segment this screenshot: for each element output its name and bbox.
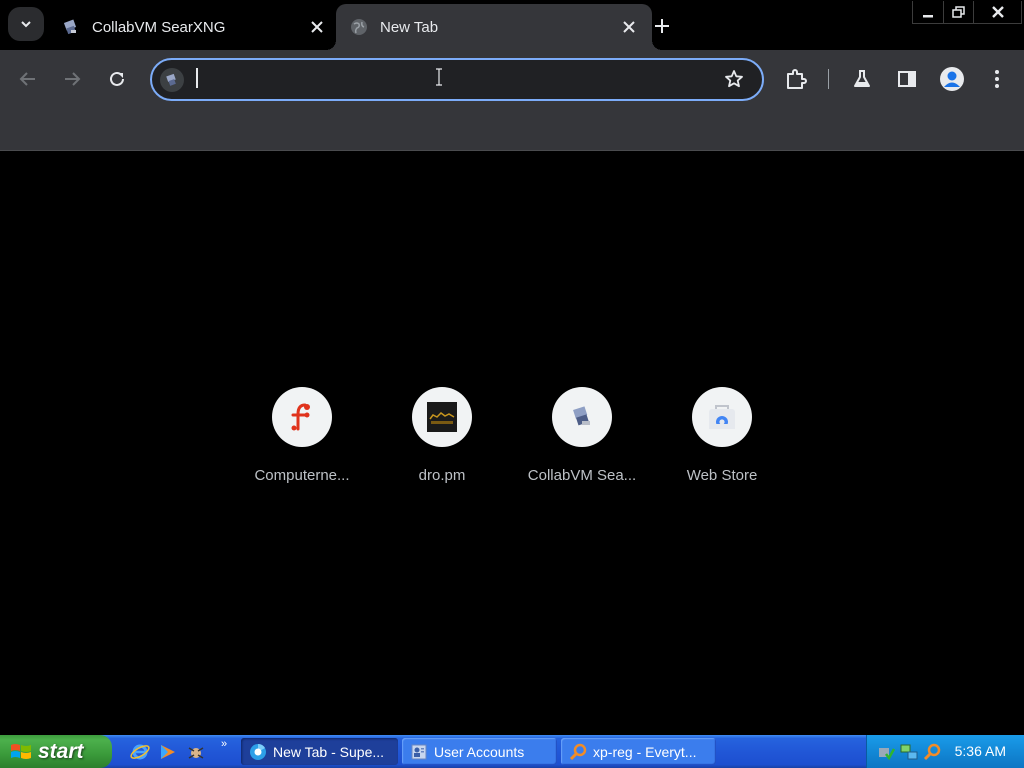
more-vertical-icon (995, 70, 999, 88)
globe-icon (351, 19, 367, 35)
collabvm-icon (552, 387, 612, 447)
forward-button[interactable] (57, 64, 87, 94)
back-button[interactable] (13, 64, 43, 94)
close-tab-icon[interactable] (306, 16, 328, 38)
address-input[interactable] (194, 66, 694, 94)
reload-button[interactable] (102, 64, 132, 94)
shortcut-tile[interactable]: dro.pm (372, 387, 512, 484)
collabvm-favicon-icon (160, 68, 184, 92)
search-icon[interactable] (923, 743, 941, 761)
task-label: xp-reg - Everyt... (593, 743, 697, 760)
side-panel-button[interactable] (892, 64, 922, 94)
close-tab-icon[interactable] (618, 16, 640, 38)
text-caret (196, 68, 198, 88)
menu-button[interactable] (982, 64, 1012, 94)
browser-toolbar (0, 50, 1024, 108)
restore-icon (952, 5, 965, 18)
tile-label: Computerne... (254, 467, 350, 484)
reload-icon (110, 71, 124, 86)
shortcut-tile[interactable]: CollabVM Sea... (512, 387, 652, 484)
shortcut-tile[interactable]: Web Store (652, 387, 792, 484)
avatar-icon (940, 67, 964, 91)
arrow-left-icon (19, 72, 35, 86)
minimize-button[interactable] (913, 1, 943, 23)
tab-search-button[interactable] (8, 7, 44, 41)
quick-launch (128, 740, 212, 764)
close-icon (991, 6, 1004, 18)
system-tray: 5:36 AM (866, 735, 1024, 768)
tab-title: CollabVM SearXNG (92, 18, 226, 36)
window-controls (912, 1, 1022, 24)
chromium-icon (250, 743, 266, 760)
start-button[interactable]: start (0, 735, 112, 768)
minimize-icon (923, 15, 933, 18)
taskbar-button-new-tab[interactable]: New Tab - Supe... (241, 738, 398, 765)
media-player-icon[interactable] (156, 740, 180, 764)
extensions-button[interactable] (781, 64, 811, 94)
bookmarks-bar (0, 108, 1024, 151)
start-label: start (38, 739, 84, 763)
bookmark-star-icon[interactable] (724, 69, 744, 94)
flask-icon (854, 70, 870, 87)
task-label: User Accounts (434, 743, 525, 760)
arrow-right-icon (65, 72, 81, 86)
tile-label: CollabVM Sea... (527, 467, 637, 484)
shortcut-tile[interactable]: Computerne... (232, 387, 372, 484)
plus-icon (655, 19, 669, 33)
close-window-button[interactable] (973, 1, 1021, 23)
web-store-icon (692, 387, 752, 447)
task-label: New Tab - Supe... (273, 743, 385, 760)
computernewb-icon (272, 387, 332, 447)
taskbar: start » New Tab - Supe... User Accounts … (0, 735, 1024, 768)
labs-button[interactable] (847, 64, 877, 94)
network-icon[interactable] (900, 743, 918, 761)
clock: 5:36 AM (954, 743, 1006, 759)
toolbar-separator (828, 69, 829, 89)
windows-logo-icon (11, 743, 31, 759)
tab-collabvm-searxng[interactable]: CollabVM SearXNG (48, 4, 340, 50)
safely-remove-hardware-icon[interactable] (877, 743, 895, 761)
address-bar[interactable] (150, 58, 764, 101)
everything-search-icon (569, 743, 587, 760)
puzzle-icon (787, 69, 807, 89)
tab-new-tab[interactable]: New Tab (326, 4, 662, 50)
dro-pm-icon (412, 387, 472, 447)
new-tab-page: Computerne... dro.pm CollabVM Sea... Web… (0, 151, 1024, 735)
collabvm-favicon-icon (63, 19, 77, 35)
chevron-down-icon (21, 21, 31, 28)
tile-label: dro.pm (418, 467, 466, 484)
shortcut-tiles: Computerne... dro.pm CollabVM Sea... Web… (232, 387, 792, 484)
taskbar-button-everything[interactable]: xp-reg - Everyt... (561, 738, 716, 765)
tab-title: New Tab (380, 18, 439, 36)
dev-tool-icon[interactable] (184, 740, 208, 764)
side-panel-icon (898, 71, 916, 87)
ibeam-cursor-icon (436, 68, 442, 86)
taskbar-button-user-accounts[interactable]: User Accounts (402, 738, 557, 765)
new-tab-button[interactable] (648, 12, 676, 40)
profile-button[interactable] (937, 64, 967, 94)
restore-button[interactable] (943, 1, 973, 23)
quick-launch-expand-icon[interactable]: » (221, 738, 227, 750)
tab-strip: CollabVM SearXNG New Tab (0, 0, 1024, 50)
user-accounts-icon (411, 744, 427, 759)
tile-label: Web Store (686, 467, 758, 484)
internet-explorer-icon[interactable] (128, 740, 152, 764)
